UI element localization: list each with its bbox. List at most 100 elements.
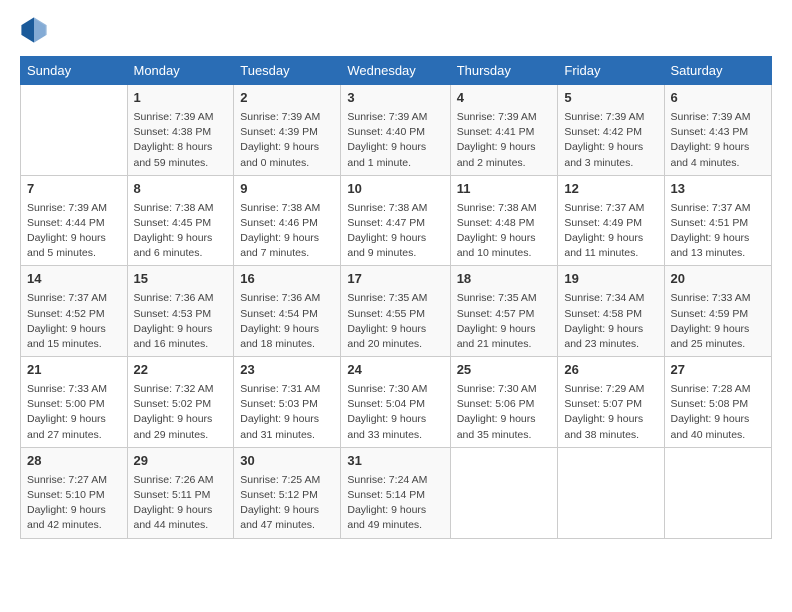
cell-text-line: Sunrise: 7:38 AM [240, 201, 334, 216]
cell-text-line: Sunset: 5:02 PM [134, 397, 228, 412]
cell-text-line: Sunset: 5:08 PM [671, 397, 766, 412]
cell-text-line: Sunrise: 7:27 AM [27, 473, 121, 488]
day-number: 20 [671, 270, 766, 289]
cell-text-line: Daylight: 9 hours [671, 322, 766, 337]
cell-text-line: Sunrise: 7:39 AM [134, 110, 228, 125]
calendar-cell: 18Sunrise: 7:35 AMSunset: 4:57 PMDayligh… [450, 266, 558, 357]
cell-text-line: Daylight: 9 hours [240, 412, 334, 427]
cell-text-line: and 15 minutes. [27, 337, 121, 352]
cell-text-line: and 59 minutes. [134, 156, 228, 171]
calendar-cell: 8Sunrise: 7:38 AMSunset: 4:45 PMDaylight… [127, 175, 234, 266]
cell-text-line: and 16 minutes. [134, 337, 228, 352]
cell-text-line: Sunrise: 7:39 AM [671, 110, 766, 125]
day-number: 21 [27, 361, 121, 380]
cell-text-line: Sunset: 4:59 PM [671, 307, 766, 322]
calendar-cell: 5Sunrise: 7:39 AMSunset: 4:42 PMDaylight… [558, 85, 664, 176]
day-number: 1 [134, 89, 228, 108]
day-number: 16 [240, 270, 334, 289]
cell-text-line: and 35 minutes. [457, 428, 552, 443]
cell-text-line: and 42 minutes. [27, 518, 121, 533]
day-number: 10 [347, 180, 443, 199]
cell-text-line: and 38 minutes. [564, 428, 657, 443]
cell-text-line: Daylight: 9 hours [134, 322, 228, 337]
day-number: 7 [27, 180, 121, 199]
cell-text-line: and 31 minutes. [240, 428, 334, 443]
cell-text-line: and 27 minutes. [27, 428, 121, 443]
cell-text-line: and 44 minutes. [134, 518, 228, 533]
cell-text-line: Daylight: 9 hours [671, 412, 766, 427]
cell-text-line: Sunrise: 7:26 AM [134, 473, 228, 488]
cell-text-line: and 47 minutes. [240, 518, 334, 533]
week-row-3: 21 Sunrise: 7:33 AMSunset: 5:00 PM Dayligh… [21, 357, 772, 448]
cell-text-line: Sunset: 5:00 PM [27, 397, 121, 412]
calendar-cell: 29Sunrise: 7:26 AMSunset: 5:11 PMDayligh… [127, 447, 234, 538]
calendar-cell: 10Sunrise: 7:38 AMSunset: 4:47 PMDayligh… [341, 175, 450, 266]
cell-text-line: Sunrise: 7:39 AM [240, 110, 334, 125]
day-number: 8 [134, 180, 228, 199]
cell-text-line: Sunset: 4:58 PM [564, 307, 657, 322]
cell-text-line: Sunrise: 7:38 AM [347, 201, 443, 216]
header-cell-saturday: Saturday [664, 57, 772, 85]
cell-text-line: Sunrise: 7:33 AM [27, 382, 121, 397]
cell-text-line: Sunrise: 7:39 AM [457, 110, 552, 125]
day-number: 27 [671, 361, 766, 380]
cell-text-line: Sunset: 5:04 PM [347, 397, 443, 412]
cell-text-line: Sunset: 5:07 PM [564, 397, 657, 412]
cell-text-line: Sunrise: 7:35 AM [347, 291, 443, 306]
calendar-cell: 31Sunrise: 7:24 AMSunset: 5:14 PMDayligh… [341, 447, 450, 538]
day-number: 3 [347, 89, 443, 108]
cell-text-line: and 7 minutes. [240, 246, 334, 261]
cell-text-line: Daylight: 9 hours [457, 322, 552, 337]
day-number: 15 [134, 270, 228, 289]
calendar-cell: 27Sunrise: 7:28 AMSunset: 5:08 PMDayligh… [664, 357, 772, 448]
cell-text-line: Daylight: 9 hours [564, 322, 657, 337]
calendar-cell: 6Sunrise: 7:39 AMSunset: 4:43 PMDaylight… [664, 85, 772, 176]
cell-text-line: Daylight: 9 hours [240, 322, 334, 337]
header [20, 16, 772, 44]
cell-text-line: Daylight: 9 hours [564, 412, 657, 427]
calendar-table: SundayMondayTuesdayWednesdayThursdayFrid… [20, 56, 772, 539]
cell-text-line: Sunset: 4:44 PM [27, 216, 121, 231]
calendar-cell: 24Sunrise: 7:30 AMSunset: 5:04 PMDayligh… [341, 357, 450, 448]
day-number: 9 [240, 180, 334, 199]
week-row-0: 1Sunrise: 7:39 AMSunset: 4:38 PMDaylight… [21, 85, 772, 176]
cell-text-line: Sunrise: 7:24 AM [347, 473, 443, 488]
cell-text-line: and 40 minutes. [671, 428, 766, 443]
day-number: 28 [27, 452, 121, 471]
cell-text-line: Sunrise: 7:29 AM [564, 382, 657, 397]
cell-text-line: Daylight: 9 hours [27, 231, 121, 246]
cell-text-line: Daylight: 9 hours [347, 231, 443, 246]
cell-text-line: Daylight: 9 hours [134, 231, 228, 246]
cell-text-line: Sunset: 5:11 PM [134, 488, 228, 503]
calendar-cell: 14Sunrise: 7:37 AMSunset: 4:52 PMDayligh… [21, 266, 128, 357]
calendar-cell: 19Sunrise: 7:34 AMSunset: 4:58 PMDayligh… [558, 266, 664, 357]
cell-text-line: Daylight: 9 hours [564, 231, 657, 246]
cell-text-line: Sunset: 4:45 PM [134, 216, 228, 231]
cell-text-line: Sunset: 4:46 PM [240, 216, 334, 231]
day-number: 25 [457, 361, 552, 380]
header-cell-sunday: Sunday [21, 57, 128, 85]
calendar-cell: 3Sunrise: 7:39 AMSunset: 4:40 PMDaylight… [341, 85, 450, 176]
cell-text-line: Sunrise: 7:34 AM [564, 291, 657, 306]
calendar-cell [21, 85, 128, 176]
cell-text-line: Sunrise: 7:30 AM [347, 382, 443, 397]
day-number: 6 [671, 89, 766, 108]
day-number: 11 [457, 180, 552, 199]
cell-text-line: Sunset: 4:48 PM [457, 216, 552, 231]
cell-text-line: Daylight: 9 hours [671, 231, 766, 246]
cell-text-line: Daylight: 9 hours [240, 231, 334, 246]
day-number: 26 [564, 361, 657, 380]
cell-text-line: Sunrise: 7:30 AM [457, 382, 552, 397]
week-row-2: 14Sunrise: 7:37 AMSunset: 4:52 PMDayligh… [21, 266, 772, 357]
cell-text-line: Sunrise: 7:31 AM [240, 382, 334, 397]
cell-text-line: Sunset: 5:14 PM [347, 488, 443, 503]
calendar-cell: 23Sunrise: 7:31 AMSunset: 5:03 PMDayligh… [234, 357, 341, 448]
cell-text-line: and 13 minutes. [671, 246, 766, 261]
cell-text-line: Sunrise: 7:35 AM [457, 291, 552, 306]
cell-text-line: Sunset: 5:10 PM [27, 488, 121, 503]
header-cell-thursday: Thursday [450, 57, 558, 85]
cell-text-line: Daylight: 9 hours [564, 140, 657, 155]
cell-text-line: and 23 minutes. [564, 337, 657, 352]
cell-text-line: Sunrise: 7:38 AM [457, 201, 552, 216]
day-number: 4 [457, 89, 552, 108]
